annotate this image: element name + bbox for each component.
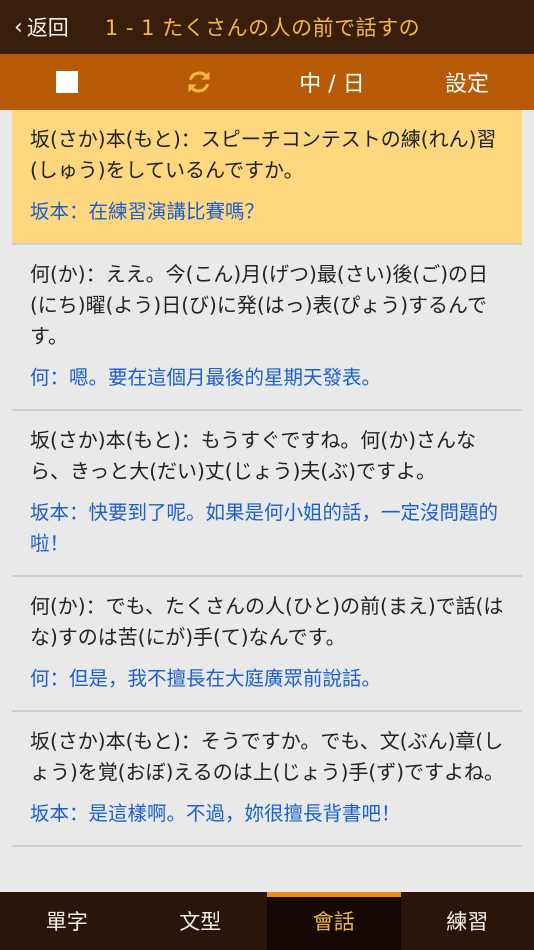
tab-bar: 單字 文型 會話 練習 [0, 892, 534, 950]
chinese-translation: 何：嗯。要在這個月最後的星期天發表。 [30, 366, 382, 389]
dialogue-item[interactable]: 坂(さか)本(もと)：そうですか。でも、文(ぶん)章(しょう)を覚(おぼ)えるの… [12, 712, 522, 847]
lesson-title: 1 - 1 たくさんの人の前で話すの [104, 16, 421, 40]
dialogue-item[interactable]: 坂(さか)本(もと)：もうすぐですね。何(か)さんなら、きっと大(だい)丈(じょ… [12, 411, 522, 577]
japanese-line: 何(か)：でも、たくさんの人(ひと)の前(まえ)で話(はな)すのは苦(にが)手(… [30, 594, 504, 649]
japanese-line: 何(か)：ええ。今(こん)月(げつ)最(さい)後(ご)の日(にち)曜(よう)日(… [30, 262, 489, 348]
japanese-line: 坂(さか)本(もと)：スピーチコンテストの練(れん)習(しゅう)をしているんです… [30, 127, 497, 182]
chinese-translation: 何：但是，我不擅長在大庭廣眾前說話。 [30, 667, 382, 690]
dialogue-list[interactable]: 坂(さか)本(もと)：スピーチコンテストの練(れん)習(しゅう)をしているんです… [12, 110, 522, 892]
settings-button[interactable]: 設定 [424, 54, 510, 110]
language-toggle-button[interactable]: 中 / 日 [282, 54, 382, 110]
back-label: 返回 [26, 16, 69, 40]
toolbar: 中 / 日 設定 [0, 54, 534, 110]
japanese-line: 坂(さか)本(もと)：そうですか。でも、文(ぶん)章(しょう)を覚(おぼ)えるの… [30, 729, 505, 784]
nav-bar: ‹ 返回 1 - 1 たくさんの人の前で話すの [0, 0, 534, 54]
tab-conversation[interactable]: 會話 [267, 892, 401, 950]
repeat-button[interactable] [168, 54, 230, 110]
chinese-translation: 坂本：是這樣啊。不過，妳很擅長背書吧！ [30, 802, 401, 825]
stop-button[interactable] [36, 54, 98, 110]
tab-practice[interactable]: 練習 [401, 892, 534, 950]
dialogue-item[interactable]: 何(か)：でも、たくさんの人(ひと)の前(まえ)で話(はな)すのは苦(にが)手(… [12, 577, 522, 712]
chevron-left-icon: ‹ [14, 14, 23, 40]
tab-grammar[interactable]: 文型 [134, 892, 268, 950]
stop-icon [56, 71, 78, 93]
language-toggle-label: 中 / 日 [299, 72, 365, 97]
chinese-translation: 坂本：在練習演講比賽嗎？ [30, 200, 265, 223]
dialogue-item[interactable]: 坂(さか)本(もと)：スピーチコンテストの練(れん)習(しゅう)をしているんです… [12, 110, 522, 245]
dialogue-item[interactable]: 何(か)：ええ。今(こん)月(げつ)最(さい)後(ご)の日(にち)曜(よう)日(… [12, 245, 522, 411]
back-button[interactable]: ‹ 返回 [14, 12, 69, 42]
tab-vocabulary[interactable]: 單字 [0, 892, 134, 950]
japanese-line: 坂(さか)本(もと)：もうすぐですね。何(か)さんなら、きっと大(だい)丈(じょ… [30, 428, 477, 483]
repeat-icon [188, 71, 210, 93]
chinese-translation: 坂本：快要到了呢。如果是何小姐的話，一定沒問題的啦！ [30, 501, 499, 555]
settings-label: 設定 [444, 72, 489, 97]
